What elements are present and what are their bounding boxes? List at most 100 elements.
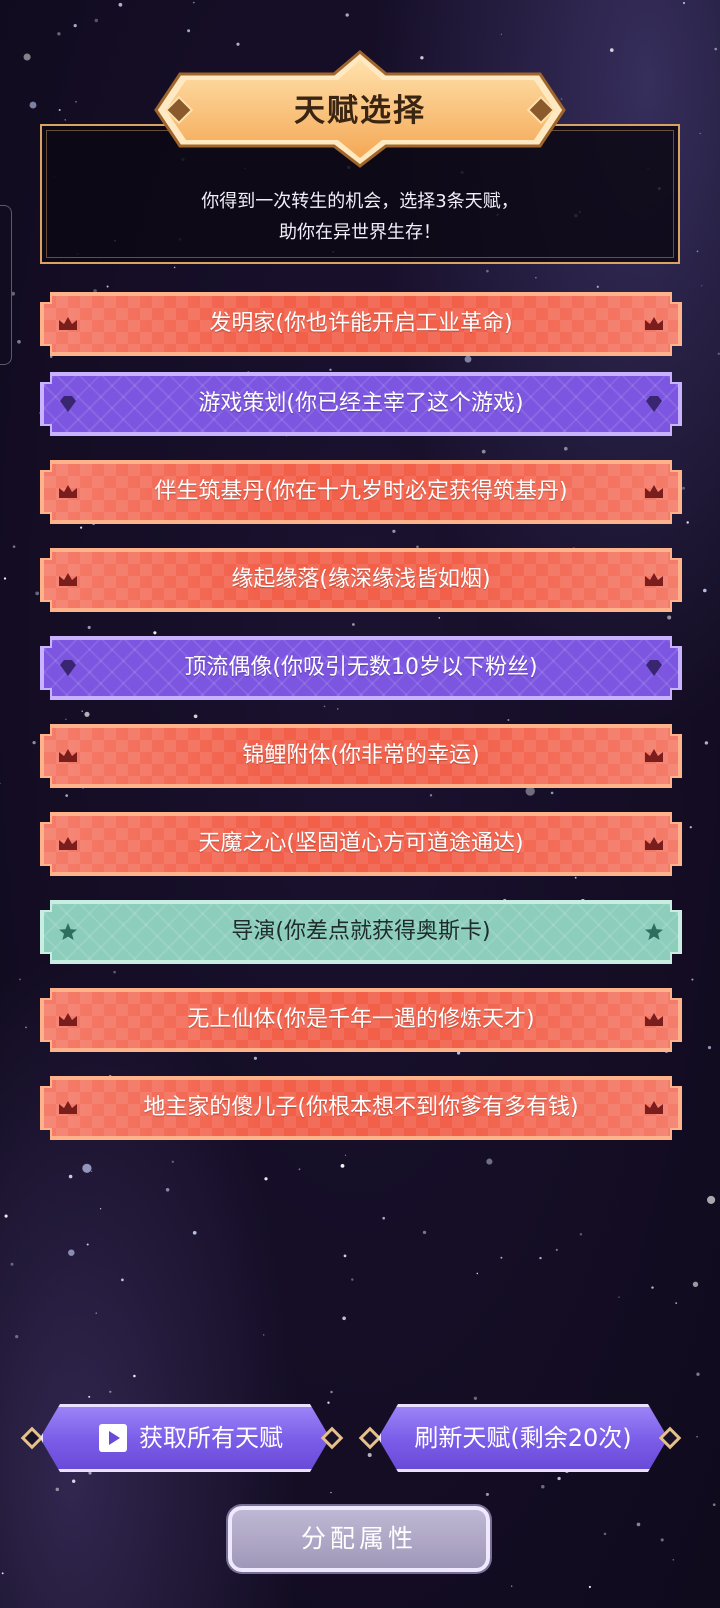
get-all-talents-button[interactable]: 获取所有天赋 xyxy=(40,1404,330,1472)
star xyxy=(323,705,326,708)
crown-icon xyxy=(645,749,663,762)
star xyxy=(65,718,67,721)
star xyxy=(340,1164,345,1168)
star xyxy=(476,1272,479,1275)
star xyxy=(95,1312,97,1314)
star xyxy=(193,714,198,719)
crown-icon xyxy=(59,1101,77,1114)
star xyxy=(17,339,21,344)
star xyxy=(696,250,699,253)
star xyxy=(88,1395,91,1398)
star xyxy=(691,978,694,981)
star xyxy=(55,1487,60,1492)
crown-icon xyxy=(59,573,77,586)
star xyxy=(500,33,503,35)
talent-label: 发明家(你也许能开启工业革命) xyxy=(209,311,513,336)
star xyxy=(588,1585,591,1589)
star xyxy=(192,1230,197,1235)
star xyxy=(667,615,672,620)
talent-item[interactable]: 锦鲤附体(你非常的幸运) xyxy=(40,724,682,788)
talent-item[interactable]: 顶流偶像(你吸引无数10岁以下粉丝) xyxy=(40,636,682,700)
star xyxy=(118,2,123,7)
talent-label: 锦鲤附体(你非常的幸运) xyxy=(242,743,480,768)
star xyxy=(58,109,61,111)
star xyxy=(106,285,109,288)
star xyxy=(15,1335,19,1339)
star xyxy=(1,1572,4,1575)
star xyxy=(707,1046,712,1050)
star xyxy=(253,1056,257,1060)
star xyxy=(541,1484,545,1489)
star xyxy=(343,1254,347,1258)
star xyxy=(486,1158,493,1165)
star xyxy=(99,1208,102,1210)
star xyxy=(704,741,709,745)
crown-icon xyxy=(645,573,663,586)
crown-icon xyxy=(59,1013,77,1026)
refresh-talents-button[interactable]: 刷新天赋(剩余20次) xyxy=(378,1404,668,1472)
star xyxy=(714,47,717,51)
talent-item[interactable]: 发明家(你也许能开启工业革命) xyxy=(40,292,682,356)
crown-icon xyxy=(59,317,77,330)
star xyxy=(438,617,441,619)
talent-item[interactable]: 伴生筑基丹(你在十九岁时必定获得筑基丹) xyxy=(40,460,682,524)
gem-icon xyxy=(60,396,76,412)
star xyxy=(557,1476,561,1481)
star xyxy=(701,285,703,287)
star-icon xyxy=(59,923,77,940)
gem-icon xyxy=(60,660,76,676)
star xyxy=(550,791,554,795)
star xyxy=(352,623,355,626)
talent-item[interactable]: 游戏策划(你已经主宰了这个游戏) xyxy=(40,372,682,436)
talent-item[interactable]: 缘起缘落(缘深缘浅皆如烟) xyxy=(40,548,682,612)
star xyxy=(133,1374,136,1378)
edge-handle[interactable] xyxy=(0,205,12,365)
star xyxy=(330,1390,333,1394)
star xyxy=(699,132,701,135)
star xyxy=(68,1249,75,1256)
star xyxy=(0,782,1,784)
star xyxy=(486,269,489,273)
star xyxy=(23,53,31,61)
talent-label: 缘起缘落(缘深缘浅皆如烟) xyxy=(231,567,491,592)
star xyxy=(29,101,37,109)
talent-item[interactable]: 无上仙体(你是千年一遇的修炼天才) xyxy=(40,988,682,1052)
crown-icon xyxy=(645,485,663,498)
star xyxy=(64,119,66,121)
refresh-talents-label: 刷新天赋(剩余20次) xyxy=(414,1424,632,1452)
star xyxy=(236,42,240,46)
star xyxy=(707,1195,716,1204)
star xyxy=(682,1,686,5)
star xyxy=(81,710,83,712)
star xyxy=(675,1302,678,1305)
star xyxy=(574,876,577,879)
star xyxy=(329,368,332,371)
star xyxy=(596,285,599,288)
star xyxy=(327,1401,330,1404)
talent-item[interactable]: 导演(你差点就获得奥斯卡) xyxy=(40,900,682,964)
star xyxy=(94,18,99,23)
star xyxy=(507,719,510,721)
star xyxy=(72,1479,76,1483)
talent-item[interactable]: 地主家的傻儿子(你根本想不到你爹有多有钱) xyxy=(40,1076,682,1140)
talent-label: 游戏策划(你已经主宰了这个游戏) xyxy=(198,391,524,416)
star xyxy=(25,1026,27,1029)
star xyxy=(153,631,157,635)
assign-attributes-button[interactable]: 分配属性 xyxy=(228,1506,490,1572)
star xyxy=(344,1154,347,1156)
star xyxy=(12,545,16,548)
star xyxy=(109,1390,112,1393)
star xyxy=(696,1372,700,1376)
talent-label: 导演(你差点就获得奥斯卡) xyxy=(231,919,491,944)
gem-icon xyxy=(646,396,662,412)
star xyxy=(473,1396,478,1400)
star xyxy=(579,1232,583,1236)
crown-icon xyxy=(645,1101,663,1114)
star xyxy=(65,794,69,797)
star xyxy=(429,794,433,797)
talent-item[interactable]: 天魔之心(坚固道心方可道途通达) xyxy=(40,812,682,876)
star xyxy=(692,1281,699,1287)
star xyxy=(535,277,537,279)
star xyxy=(68,1174,73,1179)
star xyxy=(171,1160,174,1163)
